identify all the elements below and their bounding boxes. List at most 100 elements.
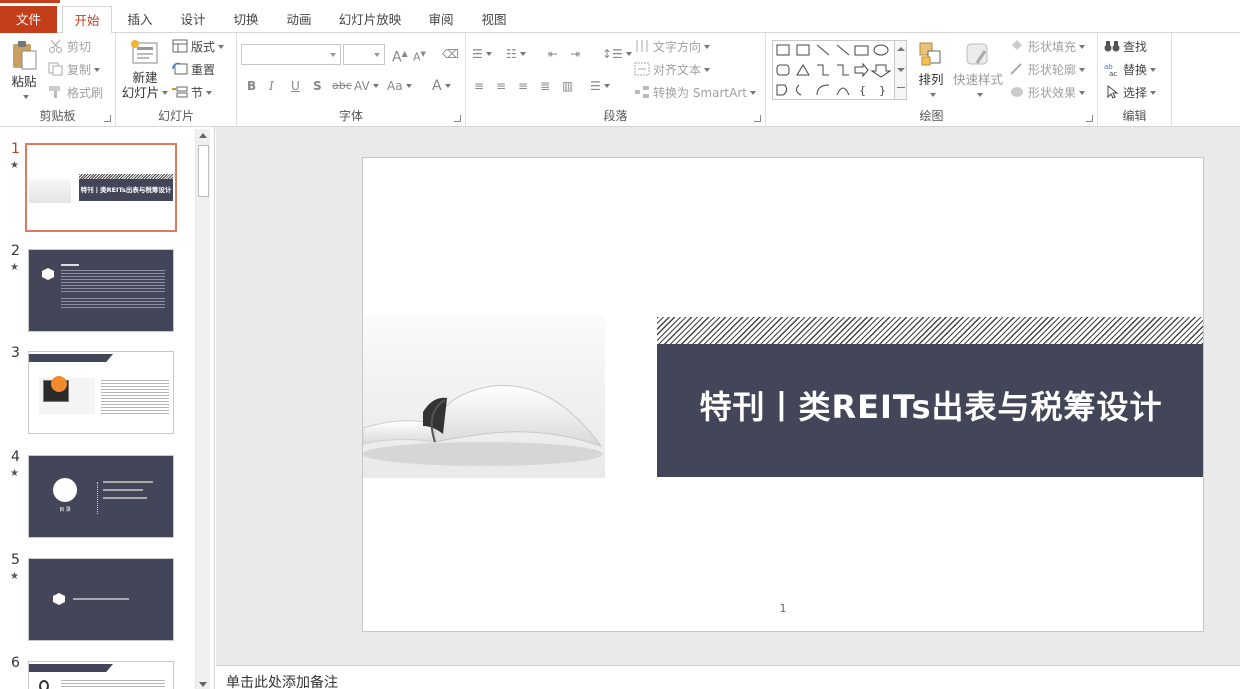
find-button[interactable]: 查找 (1104, 37, 1147, 57)
drawing-group-label: 绘图 (919, 109, 944, 123)
bold-button[interactable]: B (247, 76, 256, 96)
char-spacing-button[interactable]: AV (354, 76, 379, 96)
shrink-font-button[interactable]: A▼ (413, 44, 426, 64)
numbering-button[interactable]: ☷ (506, 44, 526, 64)
numbering-icon: ☷ (506, 47, 517, 61)
font-group: A▲ A▼ ⌫ B I U S abc AV Aa A 字体 (237, 33, 466, 127)
header-bar (29, 354, 113, 362)
grow-font-button[interactable]: A▲ (392, 44, 408, 66)
tab-design[interactable]: 设计 (171, 6, 215, 33)
paste-label: 粘贴 (11, 74, 37, 89)
clear-format-button[interactable]: ⌫ (442, 44, 459, 64)
tab-slideshow[interactable]: 幻灯片放映 (333, 6, 407, 33)
outdent-icon: ⇤ (548, 47, 559, 61)
clipboard-group-label: 剪贴板 (39, 109, 76, 123)
title-banner[interactable]: 特刊丨类REITs出表与税筹设计 (657, 344, 1203, 477)
tab-insert[interactable]: 插入 (118, 6, 162, 33)
chevron-down-icon[interactable] (199, 682, 207, 687)
replace-label: 替换 (1123, 63, 1148, 77)
notes-pane[interactable]: 单击此处添加备注 (216, 665, 1240, 689)
shape-outline-button[interactable]: 形状轮廓 (1009, 60, 1086, 80)
slide-thumbnail-4[interactable]: 目 录 (28, 455, 174, 538)
distributed-button[interactable]: ▥ (562, 76, 573, 96)
increase-indent-button[interactable]: ⇥ (570, 44, 580, 64)
slide-thumbnail-3[interactable] (28, 351, 174, 434)
dialog-launcher-icon[interactable] (454, 115, 461, 122)
arrange-button[interactable]: 排列 (912, 41, 950, 102)
chevron-down-icon (1079, 68, 1086, 72)
thumbnail-number: 3 (11, 345, 20, 361)
convert-smartart-button[interactable]: 转换为 SmartArt (634, 83, 756, 103)
section-button[interactable]: 节 (172, 83, 213, 103)
change-case-button[interactable]: Aa (387, 76, 412, 96)
bullets-button[interactable]: ☰ (472, 44, 492, 64)
shape-effects-button[interactable]: 形状效果 (1009, 83, 1086, 103)
new-slide-button[interactable]: 新建 幻灯片 (120, 39, 170, 100)
slide-thumbnail-1[interactable]: 特刊丨类REITs出表与税筹设计 (25, 143, 177, 232)
copy-label: 复制 (67, 63, 92, 77)
shapes-gallery[interactable]: {} (772, 40, 907, 100)
chevron-down-icon (22, 95, 29, 99)
line-spacing-button[interactable]: ↕☰ (602, 44, 632, 64)
dialog-launcher-icon[interactable] (754, 115, 761, 122)
chevron-down-icon (485, 52, 492, 56)
format-painter-button[interactable]: 格式刷 (48, 83, 103, 103)
open-book-illustration (363, 385, 603, 466)
align-text-button[interactable]: 对齐文本 (634, 60, 711, 80)
paste-button[interactable]: 粘贴 (6, 39, 42, 104)
section-icon (172, 85, 188, 99)
slide-thumbnail-6[interactable] (28, 661, 174, 689)
slide-thumbnail-pane[interactable]: 1 ★ 特刊丨类REITs出表与税筹设计 2 ★ 3 4 ★ 目 录 5 ★ 6 (0, 127, 215, 689)
new-slide-label-1: 新建 (132, 70, 158, 85)
replace-button[interactable]: ab ac 替换 (1104, 60, 1157, 80)
slide-thumbnail-5[interactable] (28, 558, 174, 641)
svg-text:ac: ac (1109, 70, 1117, 76)
align-left-button[interactable]: ≡ (474, 76, 484, 96)
cut-button[interactable]: 剪切 (48, 37, 91, 57)
select-button[interactable]: 选择 (1104, 83, 1157, 103)
section-label: 节 (191, 86, 204, 100)
current-slide[interactable]: 特刊丨类REITs出表与税筹设计 1 (362, 157, 1204, 632)
scrollbar-thumb[interactable] (198, 145, 209, 197)
shape-fill-button[interactable]: 形状填充 (1009, 37, 1086, 57)
copy-button[interactable]: 复制 (48, 60, 101, 80)
justify-button[interactable]: ≣ (540, 76, 550, 96)
decrease-indent-button[interactable]: ⇤ (548, 44, 558, 64)
thumbnail-scrollbar[interactable] (195, 129, 210, 689)
chevron-down-icon (897, 68, 905, 72)
layout-button[interactable]: 版式 (172, 37, 225, 57)
tab-review[interactable]: 审阅 (419, 6, 463, 33)
slide-thumbnail-2[interactable] (28, 249, 174, 332)
strikethrough-button[interactable]: abc (332, 76, 352, 96)
slide-editing-area[interactable]: 特刊丨类REITs出表与税筹设计 1 (216, 127, 1240, 665)
align-center-button[interactable]: ≡ (496, 76, 506, 96)
dialog-launcher-icon[interactable] (104, 115, 111, 122)
slide-title[interactable]: 特刊丨类REITs出表与税筹设计 (657, 344, 1203, 477)
tab-view[interactable]: 视图 (472, 6, 516, 33)
reset-button[interactable]: 重置 (172, 60, 215, 80)
underline-button[interactable]: U (291, 76, 300, 96)
font-size-combobox[interactable] (343, 44, 385, 65)
notes-placeholder[interactable]: 单击此处添加备注 (226, 672, 338, 689)
open-book-image[interactable] (363, 316, 605, 478)
columns-button[interactable]: ☰ (590, 76, 610, 96)
italic-button[interactable]: I (269, 76, 274, 96)
chevron-down-icon (749, 91, 756, 95)
align-right-button[interactable]: ≡ (518, 76, 528, 96)
text-direction-button[interactable]: 文字方向 (634, 37, 711, 57)
chevron-up-icon[interactable] (199, 133, 207, 138)
new-slide-icon (131, 40, 158, 64)
quick-access-toolbar[interactable] (0, 0, 60, 3)
tab-animations[interactable]: 动画 (277, 6, 321, 33)
shadow-button[interactable]: S (313, 76, 322, 96)
shapes-gallery-scroll[interactable] (894, 40, 907, 100)
tab-home[interactable]: 开始 (62, 6, 112, 34)
font-name-combobox[interactable] (241, 44, 341, 65)
dialog-launcher-icon[interactable] (1086, 115, 1093, 122)
quick-styles-button[interactable]: 快速样式 (952, 41, 1004, 102)
tab-file[interactable]: 文件 (0, 6, 57, 33)
char-spacing-glyph: AV (354, 79, 370, 93)
font-color-button[interactable]: A (432, 76, 451, 96)
select-label: 选择 (1123, 86, 1148, 100)
tab-transitions[interactable]: 切换 (224, 6, 268, 33)
